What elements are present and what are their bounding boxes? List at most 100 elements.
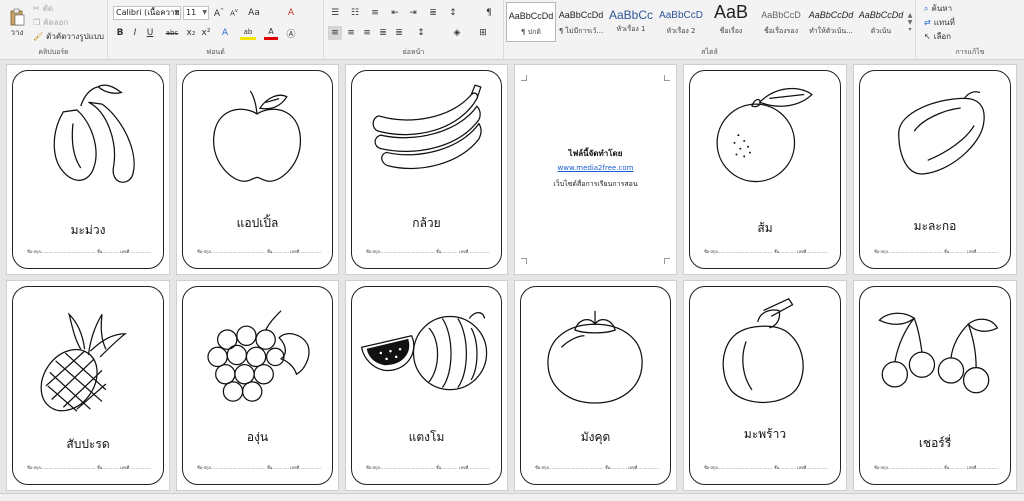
char-border-button[interactable]: Ⓐ <box>284 26 298 40</box>
mangosteen-drawing <box>547 310 643 404</box>
paste-button[interactable]: วาง <box>6 2 28 44</box>
style-sample: AaBbCcDd <box>558 10 604 20</box>
name-class-number-line: ชื่อ-สกุล...............................… <box>704 249 828 254</box>
align-right-button[interactable]: ≡ <box>360 26 374 40</box>
bullets-icon: ☰ <box>330 8 340 18</box>
show-marks-button[interactable]: ¶ <box>482 6 496 20</box>
line-spacing-icon: ↕ <box>417 28 425 38</box>
bold-button[interactable]: B <box>113 26 127 40</box>
fruit-card-page: ส้ม ชื่อ-สกุล............................… <box>683 64 847 275</box>
change-case-label: Aa <box>248 8 260 18</box>
italic-label: I <box>133 28 137 38</box>
replace-icon: ⇄ <box>924 18 931 27</box>
borders-icon: ⊞ <box>479 28 487 38</box>
superscript-button[interactable]: x² <box>199 26 213 40</box>
cut-button[interactable]: ✂ ตัด <box>33 2 53 15</box>
credit-title: ไฟล์นี้จัดทำโดย <box>568 149 623 158</box>
highlight-label: ab <box>243 27 253 36</box>
document-area[interactable]: มะม่วงชื่อ-สกุล.........................… <box>0 60 1024 501</box>
style-item[interactable]: AaBbCcDd ¶ ปกติ <box>506 2 556 42</box>
style-item[interactable]: AaBbCcDd ทำให้ตัวเน้น... <box>806 2 856 42</box>
fruit-card-page: แตงโม ชื่อ-สกุล..........................… <box>345 280 508 491</box>
change-case-button[interactable]: Aa <box>245 6 263 20</box>
fruit-card: แอปเปิ้ล ชื่อ-สกุล.......................… <box>182 70 333 269</box>
shrink-font-button[interactable]: Av <box>227 6 241 20</box>
shading-button[interactable]: ◈ <box>450 26 464 40</box>
cursor-icon: ↖ <box>924 32 931 41</box>
style-name: หัวเรื่อง 1 <box>616 25 646 33</box>
banana-drawing <box>372 84 482 170</box>
style-item[interactable]: AaBbCcDd ตัวเน้น <box>856 2 906 42</box>
underline-button[interactable]: U <box>143 26 157 40</box>
style-name: หัวเรื่อง 2 <box>666 27 696 35</box>
find-label: ค้นหา <box>931 4 953 13</box>
text-effects-button[interactable]: A <box>218 26 232 40</box>
name-class-number-line: ชื่อ-สกุล...............................… <box>366 465 490 470</box>
search-icon: ⌕ <box>924 3 929 13</box>
replace-button[interactable]: ⇄ แทนที่ <box>924 16 955 29</box>
highlight-button[interactable]: ab <box>240 26 256 40</box>
paragraph-group-label: ย่อหน้า <box>402 48 425 56</box>
margin-corner <box>521 75 527 81</box>
font-group-label: ฟอนต์ <box>206 48 225 56</box>
font-color-button[interactable]: A <box>264 26 278 40</box>
sort-button[interactable]: ↕ <box>446 6 460 20</box>
strikethrough-label: abc <box>165 29 179 37</box>
fruit-name: มะม่วง <box>70 223 106 237</box>
bold-label: B <box>116 28 124 38</box>
orange-drawing <box>716 87 813 183</box>
subscript-button[interactable]: x₂ <box>184 26 198 40</box>
style-item[interactable]: AaBbCcDd ¶ ไม่มีการเว้... <box>556 2 606 42</box>
fruit-card-page: สับปะรด ชื่อ-สกุล........................… <box>6 280 170 491</box>
thai-distribute-icon: ≣ <box>429 8 437 18</box>
fruit-card: เชอร์รี่ ชื่อ-สกุล.......................… <box>859 286 1011 485</box>
fruit-name: กล้วย <box>412 216 441 230</box>
multilevel-list-button[interactable]: ≡ <box>368 6 382 20</box>
bullets-button[interactable]: ☰ <box>328 6 342 20</box>
find-button[interactable]: ⌕ ค้นหา <box>924 2 952 15</box>
justify-button[interactable]: ≣ <box>376 26 390 40</box>
align-center-button[interactable]: ≡ <box>344 26 358 40</box>
credit-description: เว็บไซต์สื่อการเรียนการสอน <box>553 180 638 188</box>
copy-button[interactable]: ❐ คัดลอก <box>33 16 68 29</box>
word-window: วาง ✂ ตัด ❐ คัดลอก 🖌 ตัวคัดวางรูปแบบ คลิ… <box>0 0 1024 501</box>
format-painter-button[interactable]: 🖌 ตัวคัดวางรูปแบบ <box>33 30 104 43</box>
distributed-icon: ≣ <box>395 28 403 38</box>
fruit-card: แตงโม ชื่อ-สกุล..........................… <box>351 286 502 485</box>
style-sample: AaBbCcD <box>659 10 703 21</box>
credit-link[interactable]: www.media2free.com <box>515 164 676 172</box>
clear-formatting-button[interactable]: A <box>284 6 298 20</box>
style-item[interactable]: AaB ชื่อเรื่อง <box>706 2 756 42</box>
borders-button[interactable]: ⊞ <box>476 26 490 40</box>
italic-button[interactable]: I <box>128 26 142 40</box>
thai-distribute-button[interactable]: ≣ <box>426 6 440 20</box>
fruit-card: มะพร้าว ชื่อ-สกุล........................… <box>689 286 841 485</box>
font-size-value: 11 <box>186 8 197 17</box>
clear-format-icon: A <box>287 8 295 18</box>
strikethrough-button[interactable]: abc <box>163 26 181 40</box>
subscript-label: x₂ <box>186 28 196 38</box>
align-left-button[interactable]: ≡ <box>328 26 342 40</box>
select-button[interactable]: ↖ เลือก <box>924 30 951 43</box>
distributed-button[interactable]: ≣ <box>392 26 406 40</box>
watermelon-drawing <box>360 312 488 391</box>
multilevel-list-icon: ≡ <box>371 8 379 18</box>
line-spacing-button[interactable]: ↕ <box>414 26 428 40</box>
increase-indent-button[interactable]: ⇥ <box>406 6 420 20</box>
font-name-combo[interactable]: Calibri (เนื้อความ ▼ <box>113 6 181 20</box>
style-sample: AaBbCcDd <box>858 10 904 20</box>
font-size-combo[interactable]: 11 ▼ <box>183 6 209 20</box>
paste-icon <box>10 8 25 25</box>
numbering-button[interactable]: ☷ <box>348 6 362 20</box>
style-item[interactable]: AaBbCc หัวเรื่อง 1 <box>606 2 656 42</box>
numbering-icon: ☷ <box>350 8 360 18</box>
style-name: ชื่อเรื่อง <box>719 27 743 35</box>
style-item[interactable]: AaBbCcD ชื่อเรื่องรอง <box>756 2 806 42</box>
fruit-card-page: องุ่น ชื่อ-สกุล..........................… <box>176 280 339 491</box>
decrease-indent-icon: ⇤ <box>391 8 399 18</box>
decrease-indent-button[interactable]: ⇤ <box>388 6 402 20</box>
grow-font-button[interactable]: A^ <box>212 6 226 20</box>
name-class-number-line: ชื่อ-สกุล...............................… <box>704 465 828 470</box>
style-item[interactable]: AaBbCcD หัวเรื่อง 2 <box>656 2 706 42</box>
replace-label: แทนที่ <box>933 18 955 27</box>
